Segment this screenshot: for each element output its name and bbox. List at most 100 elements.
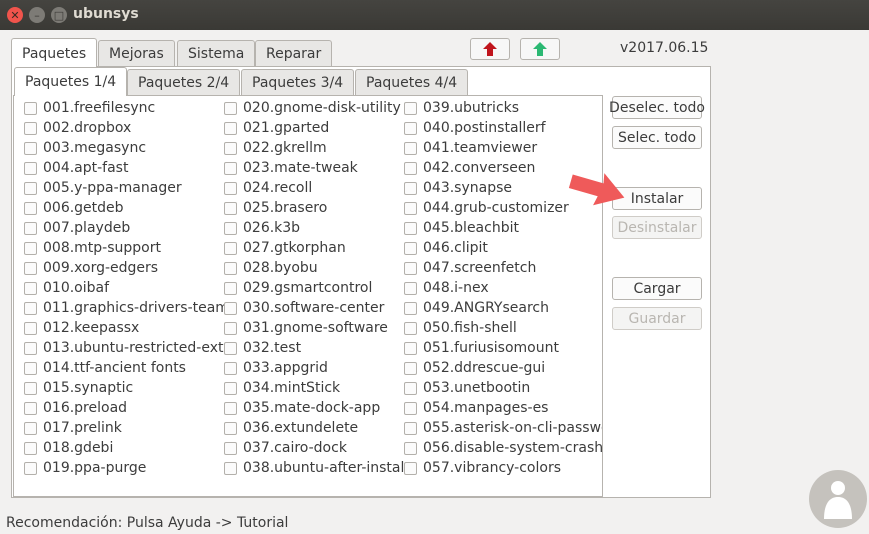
package-checkbox[interactable]: [24, 141, 37, 155]
package-item[interactable]: 054.manpages-es: [404, 398, 602, 418]
package-item[interactable]: 029.gsmartcontrol: [224, 278, 404, 298]
package-checkbox[interactable]: [24, 121, 37, 135]
package-checkbox[interactable]: [224, 161, 237, 175]
tab-reparar[interactable]: Reparar: [255, 40, 333, 67]
package-checkbox[interactable]: [224, 461, 237, 475]
package-item[interactable]: 022.gkrellm: [224, 138, 404, 158]
package-checkbox[interactable]: [224, 321, 237, 335]
package-item[interactable]: 023.mate-tweak: [224, 158, 404, 178]
tab-paquetes-4[interactable]: Paquetes 4/4: [355, 69, 469, 95]
package-item[interactable]: 025.brasero: [224, 198, 404, 218]
window-maximize-button[interactable]: □: [51, 7, 67, 23]
package-item[interactable]: 040.postinstallerf: [404, 118, 602, 138]
package-checkbox[interactable]: [404, 261, 417, 275]
package-checkbox[interactable]: [224, 401, 237, 415]
window-minimize-button[interactable]: –: [29, 7, 45, 23]
package-item[interactable]: 038.ubuntu-after-install: [224, 458, 404, 478]
package-checkbox[interactable]: [404, 121, 417, 135]
tab-mejoras[interactable]: Mejoras: [98, 40, 175, 67]
package-checkbox[interactable]: [404, 421, 417, 435]
package-checkbox[interactable]: [24, 221, 37, 235]
package-item[interactable]: 026.k3b: [224, 218, 404, 238]
package-checkbox[interactable]: [24, 361, 37, 375]
package-item[interactable]: 019.ppa-purge: [24, 458, 224, 478]
package-item[interactable]: 049.ANGRYsearch: [404, 298, 602, 318]
package-item[interactable]: 020.gnome-disk-utility: [224, 98, 404, 118]
package-item[interactable]: 039.ubutricks: [404, 98, 602, 118]
package-checkbox[interactable]: [404, 361, 417, 375]
package-item[interactable]: 009.xorg-edgers: [24, 258, 224, 278]
package-checkbox[interactable]: [404, 101, 417, 115]
package-item[interactable]: 048.i-nex: [404, 278, 602, 298]
package-checkbox[interactable]: [24, 321, 37, 335]
package-checkbox[interactable]: [224, 281, 237, 295]
package-item[interactable]: 032.test: [224, 338, 404, 358]
package-checkbox[interactable]: [224, 261, 237, 275]
package-checkbox[interactable]: [24, 401, 37, 415]
package-checkbox[interactable]: [24, 421, 37, 435]
load-button[interactable]: Cargar: [612, 277, 702, 300]
package-item[interactable]: 030.software-center: [224, 298, 404, 318]
window-close-button[interactable]: ✕: [7, 7, 23, 23]
package-item[interactable]: 035.mate-dock-app: [224, 398, 404, 418]
package-item[interactable]: 031.gnome-software: [224, 318, 404, 338]
package-item[interactable]: 037.cairo-dock: [224, 438, 404, 458]
package-checkbox[interactable]: [24, 341, 37, 355]
package-checkbox[interactable]: [24, 441, 37, 455]
package-checkbox[interactable]: [404, 381, 417, 395]
package-item[interactable]: 011.graphics-drivers-team: [24, 298, 224, 318]
package-checkbox[interactable]: [404, 161, 417, 175]
package-item[interactable]: 046.clipit: [404, 238, 602, 258]
tab-paquetes[interactable]: Paquetes: [11, 38, 98, 68]
package-item[interactable]: 013.ubuntu-restricted-extr: [24, 338, 224, 358]
move-up-red-button[interactable]: [470, 38, 510, 60]
package-item[interactable]: 016.preload: [24, 398, 224, 418]
tab-paquetes-2[interactable]: Paquetes 2/4: [127, 69, 241, 95]
package-item[interactable]: 050.fish-shell: [404, 318, 602, 338]
package-item[interactable]: 055.asterisk-on-cli-passwo: [404, 418, 602, 438]
package-item[interactable]: 005.y-ppa-manager: [24, 178, 224, 198]
package-checkbox[interactable]: [224, 341, 237, 355]
package-item[interactable]: 006.getdeb: [24, 198, 224, 218]
package-checkbox[interactable]: [24, 301, 37, 315]
package-checkbox[interactable]: [24, 201, 37, 215]
package-checkbox[interactable]: [404, 461, 417, 475]
package-item[interactable]: 041.teamviewer: [404, 138, 602, 158]
package-item[interactable]: 003.megasync: [24, 138, 224, 158]
package-item[interactable]: 028.byobu: [224, 258, 404, 278]
package-checkbox[interactable]: [24, 241, 37, 255]
package-item[interactable]: 034.mintStick: [224, 378, 404, 398]
package-checkbox[interactable]: [224, 421, 237, 435]
package-item[interactable]: 007.playdeb: [24, 218, 224, 238]
package-checkbox[interactable]: [404, 321, 417, 335]
package-checkbox[interactable]: [224, 361, 237, 375]
package-item[interactable]: 008.mtp-support: [24, 238, 224, 258]
tab-paquetes-1[interactable]: Paquetes 1/4: [14, 67, 128, 96]
package-checkbox[interactable]: [404, 281, 417, 295]
package-checkbox[interactable]: [404, 301, 417, 315]
package-checkbox[interactable]: [224, 141, 237, 155]
package-item[interactable]: 047.screenfetch: [404, 258, 602, 278]
package-item[interactable]: 027.gtkorphan: [224, 238, 404, 258]
package-checkbox[interactable]: [24, 381, 37, 395]
package-item[interactable]: 033.appgrid: [224, 358, 404, 378]
package-item[interactable]: 012.keepassx: [24, 318, 224, 338]
package-checkbox[interactable]: [24, 161, 37, 175]
package-checkbox[interactable]: [404, 221, 417, 235]
package-item[interactable]: 010.oibaf: [24, 278, 224, 298]
package-checkbox[interactable]: [404, 441, 417, 455]
package-checkbox[interactable]: [24, 261, 37, 275]
package-item[interactable]: 053.unetbootin: [404, 378, 602, 398]
package-checkbox[interactable]: [24, 181, 37, 195]
package-item[interactable]: 014.ttf-ancient fonts: [24, 358, 224, 378]
package-checkbox[interactable]: [224, 181, 237, 195]
package-checkbox[interactable]: [24, 281, 37, 295]
package-item[interactable]: 004.apt-fast: [24, 158, 224, 178]
package-item[interactable]: 001.freefilesync: [24, 98, 224, 118]
tab-paquetes-3[interactable]: Paquetes 3/4: [241, 69, 355, 95]
package-item[interactable]: 056.disable-system-crash-r: [404, 438, 602, 458]
select-all-button[interactable]: Selec. todo: [612, 126, 702, 149]
package-checkbox[interactable]: [224, 381, 237, 395]
package-checkbox[interactable]: [224, 121, 237, 135]
package-checkbox[interactable]: [224, 241, 237, 255]
